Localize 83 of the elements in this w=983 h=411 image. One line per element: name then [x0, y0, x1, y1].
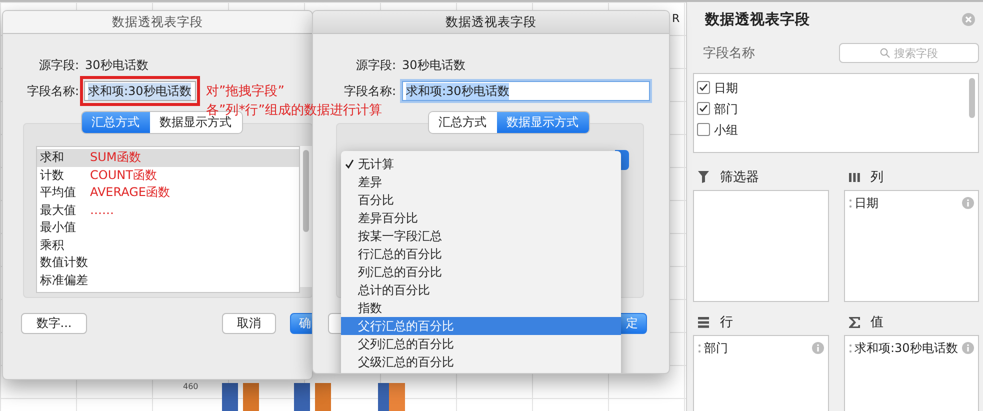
- menu-item[interactable]: 百分比: [341, 191, 621, 209]
- panel-title: 数据透视表字段: [704, 10, 810, 29]
- annotation-note: ……: [90, 203, 114, 218]
- filter-icon: [697, 170, 710, 184]
- list-item[interactable]: 最小值: [37, 219, 299, 236]
- source-value: 30秒电话数: [402, 56, 466, 74]
- axis-label: 460: [183, 382, 198, 391]
- name-label: 字段名称:: [26, 82, 79, 100]
- area-label: 列: [870, 169, 884, 186]
- item-label: 数值计数: [40, 254, 89, 272]
- list-item[interactable]: 标准偏差: [37, 272, 299, 289]
- item-label: 最大值: [40, 202, 77, 219]
- item-label: 求和: [40, 149, 65, 166]
- info-icon[interactable]: [812, 342, 824, 354]
- name-field[interactable]: 求和项:30秒电话数: [84, 81, 196, 101]
- list-item[interactable]: 乘积: [37, 236, 299, 254]
- annotation-text: 对”拖拽字段”: [206, 83, 284, 100]
- list-item[interactable]: 计数 COUNT函数: [37, 166, 299, 184]
- grip-icon[interactable]: [848, 198, 852, 208]
- close-icon[interactable]: [962, 13, 975, 26]
- sigma-icon: [848, 316, 860, 328]
- source-label: 源字段:: [38, 56, 79, 74]
- menu-item[interactable]: 指数: [341, 299, 621, 317]
- menu-item[interactable]: 按某一字段汇总: [341, 227, 621, 245]
- item-label: 平均值: [40, 184, 77, 202]
- field-label: 小组: [714, 122, 738, 136]
- area-label: 行: [720, 314, 733, 331]
- info-icon[interactable]: [962, 342, 974, 354]
- annotation-note: COUNT函数: [90, 166, 157, 184]
- area-label: 值: [870, 314, 884, 331]
- scroll-thumb[interactable]: [969, 78, 975, 118]
- checkbox[interactable]: [697, 81, 710, 94]
- grip-icon[interactable]: [698, 344, 701, 352]
- source-label: 源字段:: [354, 56, 396, 74]
- annotation-note: AVERAGE函数: [90, 184, 170, 202]
- area-label: 筛选器: [720, 169, 759, 186]
- menu-item[interactable]: 差异: [341, 173, 621, 191]
- source-value: 30秒电话数: [85, 56, 148, 74]
- name-field[interactable]: 求和项:30秒电话数: [402, 81, 650, 101]
- menu-item[interactable]: 父行汇总的百分比: [341, 317, 621, 335]
- list-item[interactable]: 最大值 ……: [37, 202, 299, 219]
- dialog-button[interactable]: 取消: [222, 313, 276, 334]
- check-icon: [345, 159, 354, 169]
- field-chip[interactable]: 部门: [698, 339, 824, 357]
- list-item[interactable]: 平均值 AVERAGE函数: [37, 184, 299, 202]
- search-icon: [880, 48, 890, 58]
- menu-item[interactable]: 列汇总的百分比: [341, 263, 621, 281]
- check-icon: [699, 83, 708, 92]
- menu-item[interactable]: 行汇总的百分比: [341, 245, 621, 263]
- window-title: 数据透视表字段: [313, 11, 669, 34]
- grip-icon[interactable]: [848, 344, 852, 352]
- dialog-button[interactable]: 数字...: [21, 313, 87, 334]
- chip-label: 部门: [704, 340, 728, 356]
- item-label: 最小值: [40, 219, 77, 236]
- window-title: 数据透视表字段: [3, 11, 312, 34]
- checkbox[interactable]: [697, 123, 710, 136]
- chip-label: 日期: [854, 194, 878, 212]
- name-label: 字段名称:: [342, 82, 396, 100]
- fields-label: 字段名称: [702, 45, 755, 62]
- check-icon: [699, 104, 708, 113]
- field-chip[interactable]: 求和项:30秒电话数: [848, 339, 974, 357]
- item-label: 标准偏差: [40, 272, 89, 289]
- item-label: 乘积: [40, 236, 65, 254]
- menu-item[interactable]: 父级汇总的百分比: [341, 353, 621, 371]
- menu-item[interactable]: 无计算: [341, 155, 621, 173]
- menu-item[interactable]: 总计的百分比: [341, 281, 621, 299]
- menu-item[interactable]: 差异百分比: [341, 209, 621, 227]
- columns-icon: [848, 172, 860, 182]
- scroll-thumb[interactable]: [303, 150, 309, 232]
- menu-item[interactable]: 父列汇总的百分比: [341, 335, 621, 353]
- list-item[interactable]: 求和 SUM函数: [37, 149, 299, 166]
- item-label: 计数: [40, 166, 65, 184]
- column-header: R: [672, 12, 680, 25]
- segment-tab[interactable]: 汇总方式: [428, 112, 496, 133]
- field-label: 部门: [714, 102, 738, 116]
- rows-icon: [697, 316, 710, 328]
- chip-label: 求和项:30秒电话数: [854, 340, 958, 356]
- annotation-note: SUM函数: [90, 149, 141, 166]
- list-item[interactable]: 数值计数: [37, 254, 299, 272]
- field-label: 日期: [714, 80, 738, 94]
- info-icon[interactable]: [962, 197, 974, 209]
- checkbox[interactable]: [697, 102, 710, 115]
- field-chip[interactable]: 日期: [848, 194, 974, 212]
